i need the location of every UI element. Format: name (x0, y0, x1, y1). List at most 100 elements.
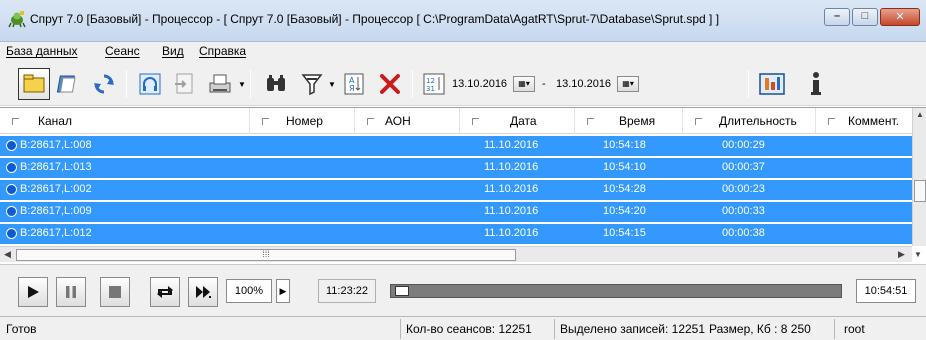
print-button[interactable] (204, 68, 236, 100)
header-checkbox[interactable] (367, 117, 374, 125)
play-icon (28, 286, 39, 298)
cell-time: 10:54:10 (603, 161, 646, 173)
title-bar: Спрут 7.0 [Базовый] - Процессор - [ Спру… (0, 0, 926, 42)
scroll-right-icon[interactable]: ▶ (898, 249, 905, 260)
filter-button[interactable] (296, 68, 328, 100)
sort-button[interactable]: A Я (338, 68, 370, 100)
cell-time: 10:54:18 (603, 139, 646, 151)
volume-value: 100% (226, 279, 272, 303)
menu-help[interactable]: Справка (199, 44, 246, 58)
stop-icon (109, 286, 121, 298)
refresh-icon (94, 74, 114, 94)
cell-time: 10:54:28 (603, 183, 646, 195)
col-date[interactable]: Дата (460, 108, 575, 134)
status-user: root (844, 322, 865, 336)
record-status-icon (6, 184, 17, 195)
volume-arrow-button[interactable]: ▶ (276, 279, 290, 303)
table-row[interactable]: B:28617,L:012 11.10.2016 10:54:15 00:00:… (0, 224, 912, 244)
delete-button[interactable] (374, 68, 406, 100)
col-number[interactable]: Номер (250, 108, 355, 134)
vertical-scroll-thumb[interactable] (914, 180, 926, 202)
menu-bar: База данных Сеанс Вид Справка (0, 42, 926, 62)
database-button[interactable] (18, 68, 50, 100)
scroll-up-icon[interactable]: ▲ (913, 110, 926, 119)
menu-database[interactable]: База данных (6, 44, 77, 58)
date-sort-icon: 12 31 (423, 73, 445, 95)
current-time: 11:23:22 (318, 279, 376, 303)
table-row[interactable]: B:28617,L:013 11.10.2016 10:54:10 00:00:… (0, 158, 912, 178)
cell-channel: B:28617,L:013 (20, 161, 92, 173)
date-from-field[interactable]: 13.10.2016 (452, 78, 507, 90)
report-button[interactable] (756, 68, 788, 100)
filter-dropdown-icon[interactable]: ▼ (328, 80, 336, 89)
report-icon (759, 73, 785, 95)
horizontal-scroll-thumb[interactable]: ⁞⁞⁞ (16, 249, 516, 261)
app-icon (8, 10, 26, 28)
search-button[interactable] (260, 68, 292, 100)
minimize-button[interactable]: – (824, 8, 850, 26)
listen-button[interactable] (134, 68, 166, 100)
repeat-button[interactable] (150, 277, 180, 307)
stop-button[interactable] (100, 277, 130, 307)
vertical-scrollbar[interactable]: ▲ (912, 108, 926, 246)
toolbar: ▼ ▼ A Я 12 31 13.10.2016 ▦▾ - 13.10.2016… (0, 62, 926, 106)
cell-channel: B:28617,L:012 (20, 227, 92, 239)
header-checkbox[interactable] (12, 117, 19, 125)
import-doc-icon (175, 73, 193, 94)
horizontal-scrollbar[interactable]: ◀ ⁞⁞⁞ ▶ (0, 246, 912, 262)
window-title: Спрут 7.0 [Базовый] - Процессор - [ Спру… (30, 12, 720, 26)
delete-icon (380, 74, 400, 94)
menu-view[interactable]: Вид (162, 44, 184, 58)
records-table: Канал Номер АОН Дата Время Длительность … (0, 107, 926, 262)
print-dropdown-icon[interactable]: ▼ (238, 80, 246, 89)
calendar-to-icon[interactable]: ▦▾ (617, 76, 640, 92)
fast-forward-button[interactable] (188, 277, 218, 307)
table-row[interactable]: B:28617,L:008 11.10.2016 10:54:18 00:00:… (0, 136, 912, 156)
cell-channel: B:28617,L:008 (20, 139, 92, 151)
status-state: Готов (6, 322, 37, 336)
header-checkbox[interactable] (262, 117, 269, 125)
scroll-left-icon[interactable]: ◀ (4, 249, 11, 260)
col-time[interactable]: Время (575, 108, 683, 134)
cell-date: 11.10.2016 (484, 227, 539, 239)
print-icon (209, 74, 231, 93)
player-panel: 100% ▶ 11:23:22 10:54:51 (0, 264, 926, 316)
refresh-button[interactable] (88, 68, 120, 100)
close-icon: ✕ (895, 11, 905, 23)
table-row[interactable]: B:28617,L:002 11.10.2016 10:54:28 00:00:… (0, 180, 912, 200)
maximize-button[interactable]: □ (852, 8, 878, 26)
header-checkbox[interactable] (695, 117, 702, 125)
calendar-from-icon[interactable]: ▦▾ (513, 76, 536, 92)
header-checkbox[interactable] (828, 117, 835, 125)
stack-icon (56, 75, 76, 93)
play-button[interactable] (18, 277, 48, 307)
cell-channel: B:28617,L:009 (20, 205, 92, 217)
col-channel[interactable]: Канал (0, 108, 250, 134)
import-button[interactable] (168, 68, 200, 100)
playback-progress[interactable] (390, 284, 842, 298)
record-status-icon (6, 206, 17, 217)
maximize-icon: □ (861, 10, 869, 22)
info-button[interactable] (800, 68, 832, 100)
table-row[interactable]: B:28617,L:009 11.10.2016 10:54:20 00:00:… (0, 202, 912, 222)
col-duration[interactable]: Длительность (683, 108, 816, 134)
progress-knob[interactable] (395, 286, 409, 296)
menu-session[interactable]: Сеанс (105, 44, 140, 58)
record-status-icon (6, 140, 17, 151)
scroll-down-icon[interactable]: ▼ (914, 250, 922, 259)
date-to-field[interactable]: 13.10.2016 (556, 78, 611, 90)
pause-icon (66, 286, 76, 298)
header-checkbox[interactable] (472, 117, 479, 125)
status-size: Размер, Кб : 8 250 (709, 322, 811, 336)
pause-button[interactable] (56, 277, 86, 307)
minimize-icon: – (833, 10, 841, 22)
status-sessions: Кол-во сеансов: 12251 (406, 322, 532, 336)
header-checkbox[interactable] (587, 117, 594, 125)
cell-channel: B:28617,L:002 (20, 183, 92, 195)
record-status-icon (6, 162, 17, 173)
close-button[interactable]: ✕ (880, 8, 920, 26)
col-aon[interactable]: АОН (355, 108, 460, 134)
export-button[interactable] (52, 68, 84, 100)
date-range-button[interactable]: 12 31 (418, 68, 450, 100)
col-comment[interactable]: Коммент. (816, 108, 912, 134)
